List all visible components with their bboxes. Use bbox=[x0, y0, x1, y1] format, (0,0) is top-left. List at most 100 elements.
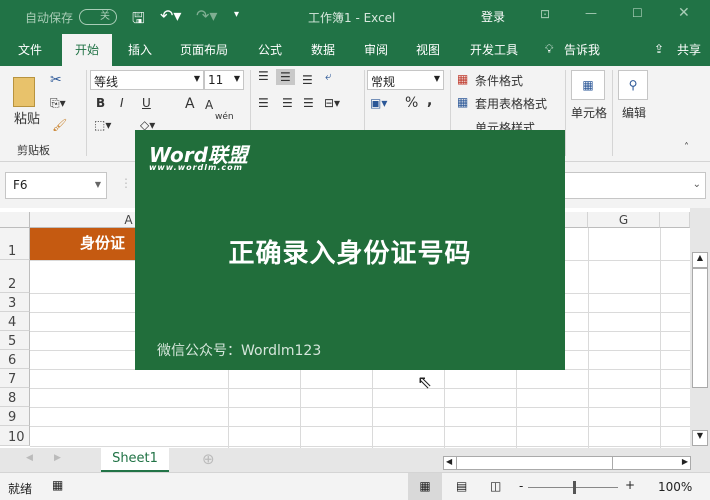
zoom-in-button[interactable]: + bbox=[625, 478, 635, 492]
scroll-down-icon[interactable]: ▼ bbox=[692, 430, 708, 446]
zoom-slider-thumb[interactable] bbox=[573, 481, 576, 494]
cells-icon[interactable]: ▦ bbox=[571, 70, 605, 100]
borders-icon[interactable]: ⬚▾ bbox=[94, 118, 111, 132]
cut-icon[interactable]: ✂ bbox=[50, 72, 62, 88]
share-button[interactable]: 共享 bbox=[672, 34, 706, 66]
tab-insert[interactable]: 插入 bbox=[120, 34, 160, 66]
column-header-h[interactable] bbox=[660, 212, 690, 228]
cells-button[interactable]: 单元格 bbox=[571, 104, 607, 121]
save-icon[interactable]: 🖫 bbox=[132, 8, 145, 33]
scroll-right-icon[interactable]: ▶ bbox=[682, 457, 688, 466]
number-format-value: 常规 bbox=[371, 75, 396, 89]
bold-button[interactable]: B bbox=[96, 96, 105, 110]
align-right-icon[interactable]: ☰ bbox=[303, 96, 314, 110]
table-format-icon: ▦ bbox=[457, 95, 469, 109]
redo-icon[interactable]: ↷▾ bbox=[196, 6, 217, 25]
window-title: 工作簿1 - Excel bbox=[308, 11, 396, 25]
edit-button[interactable]: 编辑 bbox=[622, 104, 646, 121]
align-top-icon[interactable]: ☰ bbox=[258, 69, 269, 83]
row-header-7[interactable]: 7 bbox=[0, 369, 30, 388]
format-painter-icon[interactable]: 🖌︎ bbox=[52, 118, 67, 132]
align-left-icon[interactable]: ☰ bbox=[258, 96, 269, 110]
row-header-3[interactable]: 3 bbox=[0, 293, 30, 312]
vertical-scroll-thumb[interactable] bbox=[692, 268, 708, 388]
font-name-value: 等线 bbox=[94, 75, 119, 89]
tab-view[interactable]: 视图 bbox=[408, 34, 448, 66]
maximize-icon[interactable]: ☐ bbox=[632, 6, 643, 20]
row-header-4[interactable]: 4 bbox=[0, 312, 30, 331]
paste-icon[interactable] bbox=[13, 77, 35, 107]
overlay-logo-url: www.wordlm.com bbox=[149, 163, 243, 172]
zoom-out-button[interactable]: - bbox=[519, 479, 523, 493]
row-header-8[interactable]: 8 bbox=[0, 388, 30, 407]
tab-formulas[interactable]: 公式 bbox=[250, 34, 290, 66]
font-name-select[interactable]: 等线 ▼ bbox=[90, 70, 204, 90]
login-link[interactable]: 登录 bbox=[481, 8, 505, 25]
phonetic-button[interactable]: wén bbox=[215, 112, 234, 122]
scroll-up-icon[interactable]: ▲ bbox=[692, 252, 708, 268]
table-format-button[interactable]: 套用表格格式 bbox=[475, 95, 547, 112]
name-box[interactable]: F6 ▼ bbox=[5, 172, 107, 199]
tab-page-layout[interactable]: 页面布局 bbox=[172, 34, 236, 66]
search-icon[interactable]: ⚲ bbox=[618, 70, 648, 100]
zoom-level[interactable]: 100% bbox=[658, 480, 692, 494]
merge-center-icon[interactable]: ⊟▾ bbox=[324, 96, 340, 110]
tell-me[interactable]: 告诉我 bbox=[560, 34, 604, 66]
row-header-9[interactable]: 9 bbox=[0, 407, 30, 426]
row-header-6[interactable]: 6 bbox=[0, 350, 30, 369]
underline-button[interactable]: U bbox=[142, 96, 151, 110]
normal-view-icon[interactable]: ▦ bbox=[408, 473, 442, 500]
comma-button[interactable]: , bbox=[427, 93, 432, 109]
row-header-10[interactable]: 10 bbox=[0, 426, 30, 446]
horizontal-scroll-thumb[interactable] bbox=[456, 456, 613, 470]
paste-button[interactable]: 粘贴 bbox=[14, 108, 40, 127]
status-bar: 就绪 ▦ ▦ ▤ ◫ - + 100% bbox=[0, 472, 710, 500]
font-size-select[interactable]: 11 ▼ bbox=[204, 70, 244, 90]
select-all-corner[interactable] bbox=[0, 212, 30, 228]
tab-file[interactable]: 文件 bbox=[8, 34, 52, 66]
currency-icon[interactable]: ▣▾ bbox=[370, 96, 387, 110]
align-middle-icon[interactable]: ☰ bbox=[276, 69, 295, 85]
collapse-ribbon-icon[interactable]: ˄ bbox=[684, 142, 689, 153]
row-header-2[interactable]: 2 bbox=[0, 260, 30, 293]
align-bottom-icon[interactable]: ☰ bbox=[302, 73, 313, 87]
close-icon[interactable]: ✕ bbox=[678, 5, 690, 21]
shrink-font-button[interactable]: A bbox=[205, 98, 213, 112]
customize-qat-icon[interactable]: ▾ bbox=[234, 9, 239, 20]
tab-home[interactable]: 开始 bbox=[62, 34, 112, 66]
add-sheet-icon[interactable]: ⊕ bbox=[202, 450, 215, 468]
overlay-title: 正确录入身份证号码 bbox=[228, 239, 472, 269]
overlay-footer: 微信公众号：Wordlm123 bbox=[157, 343, 322, 359]
cond-format-button[interactable]: 条件格式 bbox=[475, 72, 523, 89]
formula-input[interactable]: ⌄ bbox=[560, 172, 706, 199]
clipboard-group-label: 剪贴板 bbox=[17, 144, 50, 157]
next-sheet-icon[interactable]: ▶ bbox=[54, 453, 61, 463]
wrap-text-icon[interactable]: ⤶ bbox=[325, 69, 332, 84]
grow-font-button[interactable]: A bbox=[185, 96, 195, 112]
tab-data[interactable]: 数据 bbox=[303, 34, 343, 66]
copy-icon[interactable]: ⎘▾ bbox=[50, 96, 66, 111]
number-format-select[interactable]: 常规 ▼ bbox=[367, 70, 444, 90]
tab-developer[interactable]: 开发工具 bbox=[462, 34, 526, 66]
lightbulb-icon: 💡︎ bbox=[545, 42, 554, 56]
page-break-view-icon[interactable]: ◫ bbox=[490, 479, 501, 493]
macro-record-icon[interactable]: ▦ bbox=[52, 478, 63, 492]
percent-button[interactable]: % bbox=[405, 95, 418, 111]
ribbon-display-icon[interactable]: ⊡ bbox=[540, 7, 550, 21]
undo-icon[interactable]: ↶▾ bbox=[160, 6, 181, 25]
vertical-scrollbar[interactable]: ▲ ▼ bbox=[690, 208, 710, 448]
sheet-tab-sheet1[interactable]: Sheet1 bbox=[101, 448, 169, 472]
minimize-icon[interactable]: — bbox=[585, 6, 597, 20]
tab-review[interactable]: 审阅 bbox=[356, 34, 396, 66]
prev-sheet-icon[interactable]: ◀ bbox=[26, 453, 33, 463]
page-layout-view-icon[interactable]: ▤ bbox=[456, 479, 467, 493]
column-header-g[interactable]: G bbox=[588, 212, 660, 228]
align-center-icon[interactable]: ☰ bbox=[282, 96, 293, 110]
scroll-left-icon[interactable]: ◀ bbox=[446, 457, 452, 466]
row-header-1[interactable]: 1 bbox=[0, 228, 30, 260]
name-box-value: F6 bbox=[13, 178, 28, 192]
italic-button[interactable]: I bbox=[120, 96, 124, 110]
autosave-toggle[interactable]: 关 bbox=[79, 9, 117, 25]
row-header-5[interactable]: 5 bbox=[0, 331, 30, 350]
horizontal-scrollbar[interactable]: ◀ ▶ bbox=[443, 456, 691, 470]
